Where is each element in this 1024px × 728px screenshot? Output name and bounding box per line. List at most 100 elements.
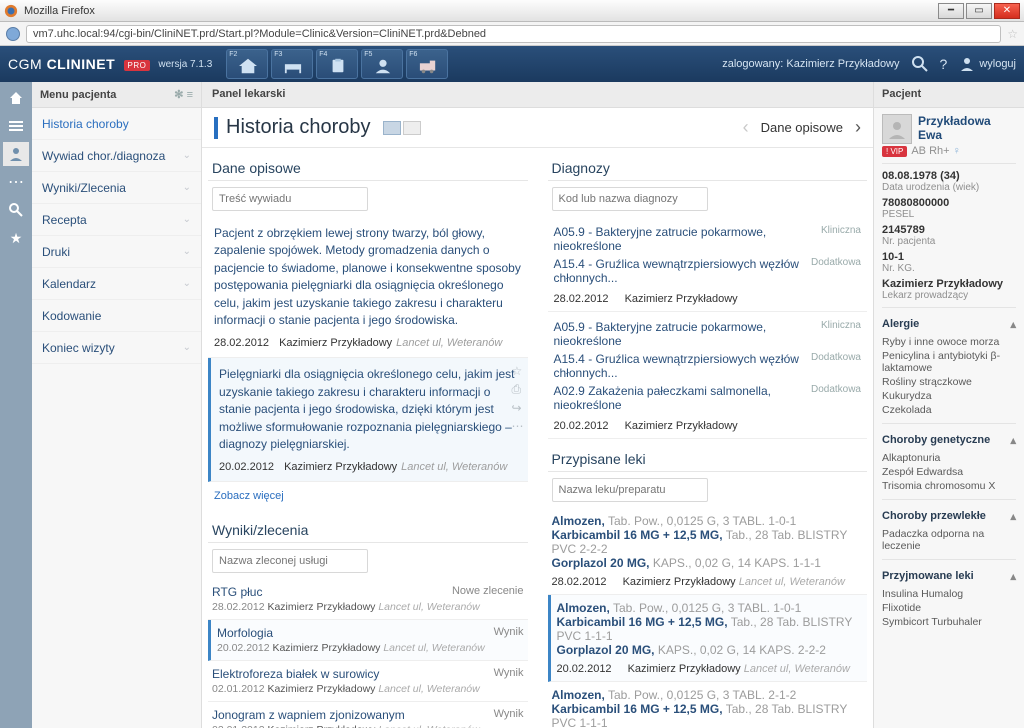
patient-list-item: Ryby i inne owoce morza: [882, 335, 1016, 349]
topicon-ambulance[interactable]: F6: [406, 49, 448, 79]
chevron-down-icon: ⌄: [183, 182, 191, 193]
menu-wywiad[interactable]: Wywiad chor./diagnoza⌄: [32, 140, 201, 172]
panel-header: Panel lekarski: [202, 82, 873, 108]
patient-list-item: Alkaptonuria: [882, 451, 1016, 465]
pro-badge: PRO: [124, 60, 151, 71]
chevron-down-icon: ⌄: [183, 278, 191, 289]
filter-diag[interactable]: [552, 187, 708, 211]
nav-prev[interactable]: ‹: [743, 117, 749, 138]
menu-kalendarz[interactable]: Kalendarz⌄: [32, 268, 201, 300]
window-maximize-button[interactable]: ▭: [966, 3, 992, 19]
result-row[interactable]: WynikJonogram z wapniem zjonizowanym02.0…: [208, 702, 528, 728]
chevron-down-icon: ⌄: [183, 150, 191, 161]
url-input[interactable]: [26, 25, 1001, 43]
filter-leki[interactable]: [552, 478, 708, 502]
card-diagnozy: Diagnozy A05.9 - Bakteryjne zatrucie pok…: [548, 154, 868, 439]
help-icon[interactable]: ?: [940, 56, 948, 72]
section-leki[interactable]: Przyjmowane leki▴: [882, 566, 1016, 587]
patient-list-item: Penicylina i antybiotyki β-laktamowe: [882, 349, 1016, 375]
med-group[interactable]: Almozen, Tab. Pow., 0,0125 G, 3 TABL. 1-…: [548, 508, 868, 595]
window-titlebar: Mozilla Firefox ━ ▭ ✕: [0, 0, 1024, 22]
person-icon: [959, 56, 975, 72]
patient-list-item: Czekolada: [882, 403, 1016, 417]
blood-type: AB Rh+: [911, 145, 949, 157]
view-grid-button[interactable]: [403, 121, 421, 135]
patient-list-item: Rośliny strączkowe: [882, 375, 1016, 389]
card-wyniki: Wyniki/zlecenia Nowe zlecenieRTG płuc28.…: [208, 516, 528, 728]
topicon-clipboard[interactable]: F4: [316, 49, 358, 79]
nav-section-label[interactable]: Dane opisowe: [761, 120, 843, 135]
logout-link[interactable]: wyloguj: [959, 56, 1016, 72]
card-title: Dane opisowe: [208, 154, 528, 181]
menu-recepta[interactable]: Recepta⌄: [32, 204, 201, 236]
show-more-link[interactable]: Zobacz więcej: [208, 482, 528, 510]
more-icon[interactable]: ⋯: [512, 419, 524, 433]
diag-group[interactable]: A05.9 - Bakteryjne zatrucie pokarmowe, n…: [548, 217, 868, 312]
result-row[interactable]: WynikElektroforeza białek w surowicy02.0…: [208, 661, 528, 702]
gear-icon[interactable]: ✻ ≡: [174, 88, 193, 101]
center-panel: Panel lekarski Historia choroby ‹ Dane o…: [202, 82, 874, 728]
menu-wyniki[interactable]: Wyniki/Zlecenia⌄: [32, 172, 201, 204]
window-minimize-button[interactable]: ━: [938, 3, 964, 19]
section-przew[interactable]: Choroby przewlekłe▴: [882, 506, 1016, 527]
chevron-down-icon: ⌄: [183, 246, 191, 257]
menu-historia[interactable]: Historia choroby: [32, 108, 201, 140]
page-title: Historia choroby: [226, 116, 371, 139]
patient-panel: Pacjent Przykładowa Ewa ! VIPAB Rh+ ♀ 08…: [874, 82, 1024, 728]
section-alergie[interactable]: Alergie▴: [882, 314, 1016, 335]
topicon-home[interactable]: F2: [226, 49, 268, 79]
version-label: wersja 7.1.3: [158, 59, 212, 70]
chevron-down-icon: ⌄: [183, 342, 191, 353]
menu-koniec[interactable]: Koniec wizyty⌄: [32, 332, 201, 364]
rail-more[interactable]: ⋯: [3, 170, 29, 194]
avatar: [882, 114, 912, 144]
result-row[interactable]: WynikMorfologia20.02.2012 Kazimierz Przy…: [208, 620, 528, 661]
entry[interactable]: Pacjent z obrzękiem lewej strony twarzy,…: [208, 217, 528, 358]
chevron-down-icon: ⌄: [183, 214, 191, 225]
brand: CGM CLININET PRO: [8, 56, 150, 72]
accent-bar: [214, 117, 218, 139]
result-row[interactable]: Nowe zlecenieRTG płuc28.02.2012 Kazimier…: [208, 579, 528, 620]
globe-icon: [6, 27, 20, 41]
browser-urlbar: ☆: [0, 22, 1024, 46]
med-group[interactable]: Almozen, Tab. Pow., 0,0125 G, 3 TABL. 2-…: [548, 682, 868, 728]
sidebar: Menu pacjenta ✻ ≡ Historia choroby Wywia…: [32, 82, 202, 728]
window-close-button[interactable]: ✕: [994, 3, 1020, 19]
rail-patient[interactable]: [3, 142, 29, 166]
view-list-button[interactable]: [383, 121, 401, 135]
card-title: Przypisane leki: [548, 445, 868, 472]
card-title: Wyniki/zlecenia: [208, 516, 528, 543]
search-icon[interactable]: [912, 56, 928, 72]
topicon-person[interactable]: F5: [361, 49, 403, 79]
star-icon[interactable]: ☆: [512, 364, 524, 378]
entry-selected[interactable]: Pielęgniarki dla osiągnięcia określonego…: [208, 358, 528, 482]
rail-list[interactable]: [3, 114, 29, 138]
window-title: Mozilla Firefox: [24, 5, 938, 17]
nav-next[interactable]: ›: [855, 117, 861, 138]
patient-list-item: Padaczka odporna na leczenie: [882, 527, 1016, 553]
diag-group[interactable]: A05.9 - Bakteryjne zatrucie pokarmowe, n…: [548, 312, 868, 439]
menu-druki[interactable]: Druki⌄: [32, 236, 201, 268]
print-icon[interactable]: ⎙: [512, 382, 524, 397]
section-gen[interactable]: Choroby genetyczne▴: [882, 430, 1016, 451]
topicon-bed[interactable]: F3: [271, 49, 313, 79]
patient-list-item: Zespół Edwardsa: [882, 465, 1016, 479]
rail-search[interactable]: [3, 198, 29, 222]
rail-star[interactable]: ★: [3, 226, 29, 250]
share-icon[interactable]: ↪: [512, 401, 524, 415]
patient-list-item: Symbicort Turbuhaler: [882, 615, 1016, 629]
rail-home[interactable]: [3, 86, 29, 110]
menu-header: Menu pacjenta ✻ ≡: [32, 82, 201, 108]
filter-dane[interactable]: [212, 187, 368, 211]
menu-kodowanie[interactable]: Kodowanie: [32, 300, 201, 332]
patient-list-item: Insulina Humalog: [882, 587, 1016, 601]
patient-list-item: Trisomia chromosomu X: [882, 479, 1016, 493]
patient-list-item: Kukurydza: [882, 389, 1016, 403]
bookmark-icon[interactable]: ☆: [1007, 27, 1018, 41]
med-group[interactable]: Almozen, Tab. Pow., 0,0125 G, 3 TABL. 1-…: [548, 595, 868, 682]
card-title: Diagnozy: [548, 154, 868, 181]
card-leki: Przypisane leki Almozen, Tab. Pow., 0,01…: [548, 445, 868, 728]
patient-list-item: Flixotide: [882, 601, 1016, 615]
icon-rail: ⋯ ★: [0, 82, 32, 728]
filter-wyniki[interactable]: [212, 549, 368, 573]
